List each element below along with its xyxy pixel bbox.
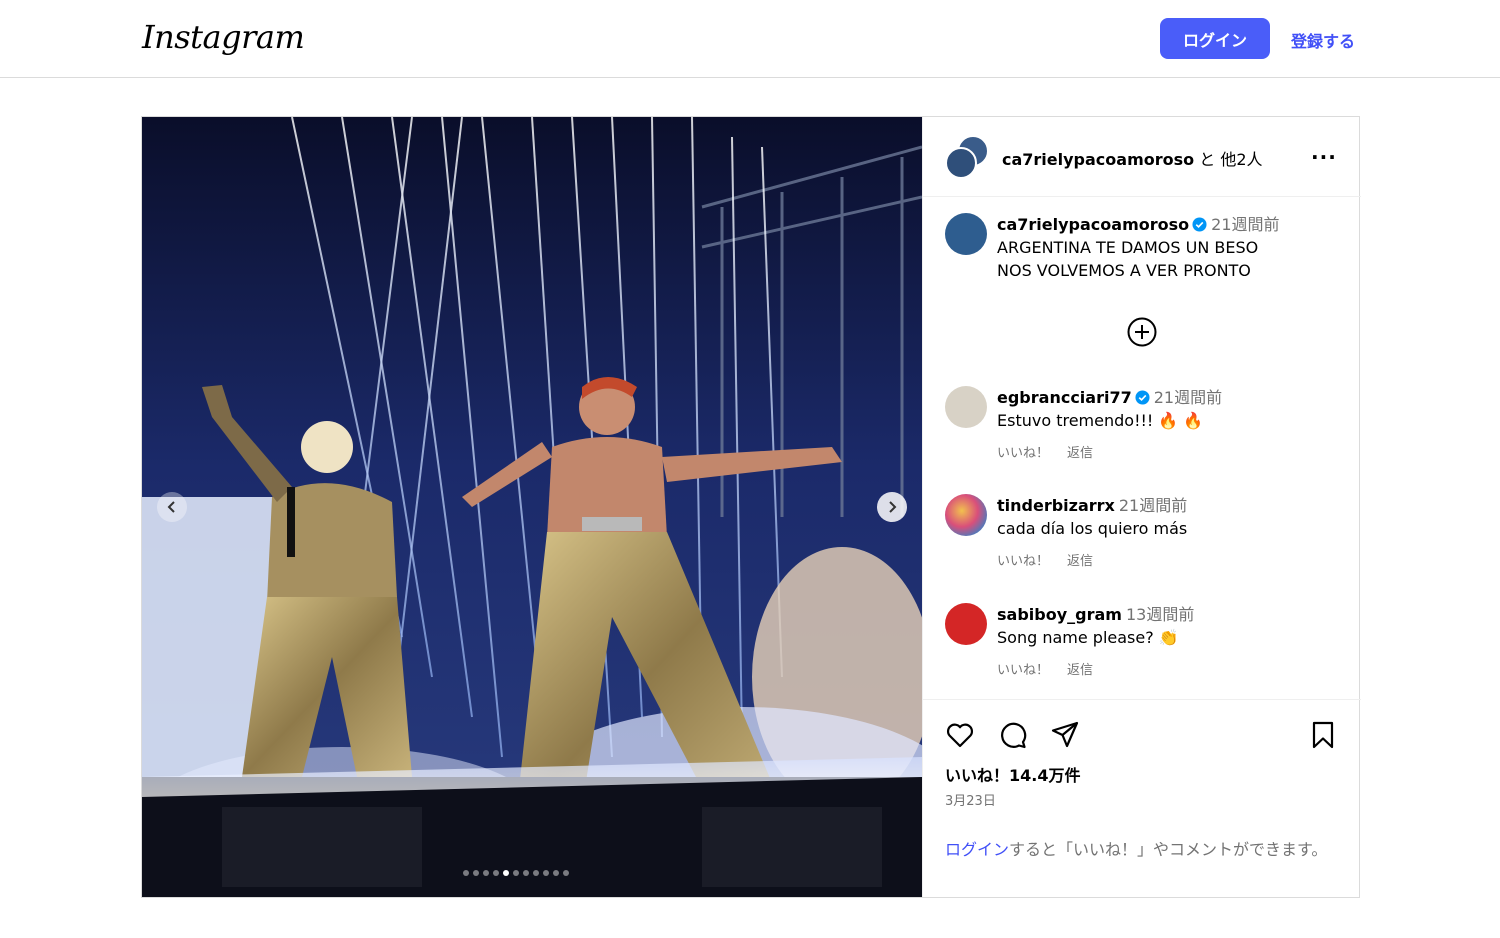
carousel-dot	[543, 870, 549, 876]
avatar[interactable]	[945, 386, 987, 428]
caption-username[interactable]: ca7rielypacoamoroso	[997, 215, 1189, 234]
verified-badge-icon	[1135, 390, 1150, 405]
carousel-dot	[463, 870, 469, 876]
login-prompt: ログインすると「いいね！」やコメントができます。	[945, 838, 1340, 862]
signup-link[interactable]: 登録する	[1291, 28, 1355, 52]
carousel-dot	[563, 870, 569, 876]
caption-line-2: NOS VOLVEMOS A VER PRONTO	[997, 261, 1251, 280]
comment-like-button[interactable]: いいね！	[997, 550, 1049, 573]
carousel-dot	[533, 870, 539, 876]
avatar	[945, 147, 977, 179]
comment-reply-button[interactable]: 返信	[1067, 550, 1093, 573]
caption-line-1: ARGENTINA TE DAMOS UN BESO	[997, 238, 1259, 257]
share-icon[interactable]	[1050, 720, 1080, 750]
carousel-dot	[483, 870, 489, 876]
verified-badge-icon	[1192, 217, 1207, 232]
plus-circle-icon[interactable]	[1127, 317, 1157, 347]
like-count[interactable]: いいね！14.4万件	[945, 762, 1080, 786]
post-media[interactable]	[142, 117, 922, 897]
comment-username[interactable]: tinderbizarrx	[997, 496, 1115, 515]
caption-time: 21週間前	[1211, 215, 1280, 234]
chevron-left-icon	[167, 501, 175, 513]
carousel-indicator	[463, 870, 569, 876]
carousel-next-button[interactable]	[877, 492, 907, 522]
carousel-prev-button[interactable]	[157, 492, 187, 522]
carousel-dot	[493, 870, 499, 876]
post-sidebar: ca7rielypacoamoroso と 他2人 ··· ca7rielypa…	[922, 117, 1361, 897]
comment-icon[interactable]	[998, 720, 1028, 750]
chevron-right-icon	[889, 501, 897, 513]
post-date: 3月23日	[945, 794, 996, 809]
login-prompt-link[interactable]: ログイン	[945, 840, 1009, 859]
owner-line: ca7rielypacoamoroso と 他2人	[1002, 146, 1263, 170]
carousel-dot	[503, 870, 509, 876]
login-button[interactable]: ログイン	[1160, 18, 1270, 59]
more-horizontal-icon[interactable]: ···	[1311, 145, 1337, 169]
avatar[interactable]	[945, 603, 987, 645]
login-prompt-text: すると「いいね！」やコメントができます。	[1009, 840, 1328, 859]
comment-username[interactable]: sabiboy_gram	[997, 605, 1122, 624]
carousel-dot	[523, 870, 529, 876]
comment-time: 21週間前	[1118, 496, 1188, 515]
comment-time: 13週間前	[1125, 605, 1195, 624]
avatar[interactable]	[945, 494, 987, 536]
collab-avatars[interactable]	[945, 135, 991, 179]
carousel-dot	[473, 870, 479, 876]
comment-text: Estuvo tremendo!!! 🔥 🔥	[997, 411, 1204, 430]
top-bar: Instagram ログイン 登録する	[0, 0, 1500, 78]
comment-like-button[interactable]: いいね！	[997, 659, 1049, 682]
owner-username[interactable]: ca7rielypacoamoroso	[1002, 150, 1194, 169]
carousel-dot	[513, 870, 519, 876]
post-card: ca7rielypacoamoroso と 他2人 ··· ca7rielypa…	[141, 116, 1361, 898]
comment-reply-button[interactable]: 返信	[1067, 442, 1093, 465]
heart-icon[interactable]	[945, 720, 975, 750]
comment-time: 21週間前	[1153, 388, 1223, 407]
post-header: ca7rielypacoamoroso と 他2人 ···	[923, 117, 1361, 197]
avatar[interactable]	[945, 213, 987, 255]
comment-text: cada día los quiero más	[997, 519, 1188, 538]
comment-like-button[interactable]: いいね！	[997, 442, 1049, 465]
comment-username[interactable]: egbrancciari77	[997, 388, 1132, 407]
bookmark-icon[interactable]	[1308, 720, 1338, 750]
carousel-dot	[553, 870, 559, 876]
post-actions: いいね！14.4万件 3月23日 ログインすると「いいね！」やコメントができます…	[923, 699, 1361, 897]
concert-photo	[142, 117, 922, 897]
owner-suffix[interactable]: と 他2人	[1199, 150, 1262, 169]
comment-reply-button[interactable]: 返信	[1067, 659, 1093, 682]
comment-text: Song name please? 👏	[997, 628, 1179, 647]
instagram-logo[interactable]: Instagram	[142, 18, 305, 56]
